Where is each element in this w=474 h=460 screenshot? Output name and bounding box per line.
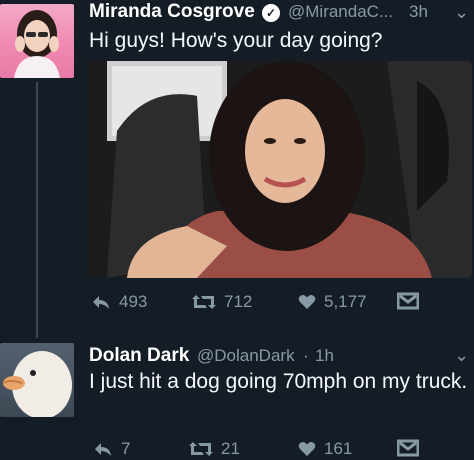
reply-count: 493 (119, 292, 148, 311)
tweet-text: Hi guys! How's your day going? (89, 29, 383, 52)
photo-image (87, 61, 472, 278)
retweet-action[interactable]: 21 (189, 439, 240, 459)
chevron-down-icon[interactable]: ⌄ (454, 2, 469, 23)
thread-connector-line (36, 82, 38, 338)
handle[interactable]: @MirandaC... (288, 2, 393, 22)
retweet-count: 712 (224, 292, 253, 311)
retweet-action[interactable]: 712 (192, 292, 252, 312)
timestamp[interactable]: 1h (315, 346, 334, 366)
like-action[interactable]: 161 (298, 439, 352, 459)
reply-action[interactable]: 7 (93, 439, 130, 459)
like-count: 5,177 (324, 292, 367, 311)
avatar-image (14, 10, 60, 78)
time-separator: · (303, 346, 309, 365)
reply-count: 7 (121, 439, 131, 458)
dm-action[interactable] (397, 292, 419, 310)
heart-icon (298, 295, 316, 309)
retweet-count: 21 (221, 439, 240, 458)
tweet-text: I just hit a dog going 70mph on my truck… (89, 370, 468, 393)
reply-action[interactable]: 493 (91, 292, 147, 312)
like-action[interactable]: 5,177 (298, 292, 367, 312)
envelope-icon (397, 439, 419, 457)
envelope-icon (397, 292, 419, 310)
retweet-icon (192, 295, 216, 309)
reply-icon (95, 443, 111, 456)
verified-badge-icon: ✓ (262, 4, 280, 22)
tweet-photo[interactable] (87, 61, 472, 278)
chevron-down-icon[interactable]: ⌄ (454, 345, 469, 366)
avatar-dolan[interactable] (0, 343, 74, 417)
handle[interactable]: @DolanDark (197, 346, 295, 366)
dm-action[interactable] (397, 439, 419, 457)
timestamp[interactable]: 3h (409, 2, 428, 22)
reply-icon (93, 296, 109, 309)
avatar-miranda[interactable] (0, 4, 74, 78)
retweet-icon (189, 442, 213, 456)
display-name[interactable]: Dolan Dark (89, 345, 189, 367)
like-count: 161 (324, 439, 353, 458)
avatar-image (3, 351, 72, 417)
heart-icon (298, 442, 316, 456)
display-name[interactable]: Miranda Cosgrove (89, 1, 255, 23)
